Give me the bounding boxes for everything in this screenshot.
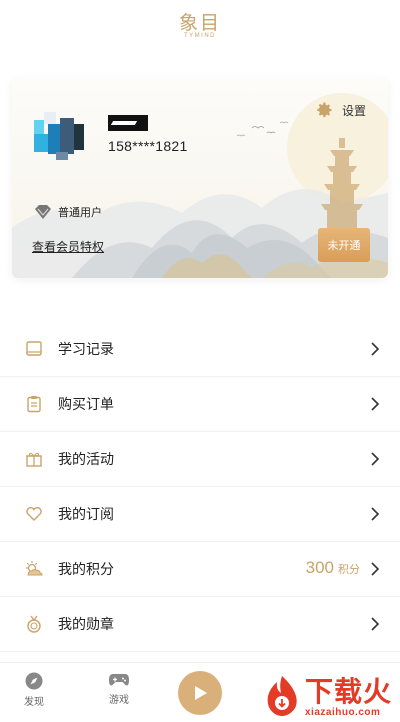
watermark: 下载火 xiazaihuo.com	[263, 674, 392, 718]
menu-item-points[interactable]: 我的积分 300 积分	[0, 542, 400, 597]
chevron-right-icon	[371, 452, 380, 466]
diamond-icon	[35, 205, 51, 219]
medal-icon	[24, 614, 44, 634]
menu-item-label: 我的活动	[58, 452, 114, 468]
menu-item-label: 学习记录	[58, 342, 114, 358]
heart-icon	[24, 504, 44, 524]
chevron-right-icon	[371, 617, 380, 631]
nav-discover-label: 发现	[24, 697, 44, 708]
gift-icon	[24, 449, 44, 469]
app-logo: 象目 TYMIND	[0, 8, 400, 39]
menu-item-medals[interactable]: 我的勋章	[0, 597, 400, 652]
bottom-nav: 发现 游戏 下载火 xiazaihuo.com	[0, 662, 400, 722]
menu-list: 学习记录 购买订单 我的活动 我的订阅 我的积分 300 积分 我的勋章	[0, 322, 400, 652]
menu-item-label: 我的积分	[58, 562, 114, 578]
logo-en: TYMIND	[184, 33, 216, 39]
profile-page: 象目 TYMIND 158****1821 设置 普通用户 查看会员特权 未开通…	[0, 0, 400, 722]
logo-cn: 象目	[178, 12, 221, 34]
user-level-label: 普通用户	[58, 206, 102, 219]
chevron-right-icon	[371, 507, 380, 521]
menu-item-orders[interactable]: 购买订单	[0, 377, 400, 432]
user-level: 普通用户	[34, 204, 102, 220]
member-privileges-link[interactable]: 查看会员特权	[32, 238, 104, 255]
play-button[interactable]	[178, 671, 222, 715]
book-icon	[24, 339, 44, 359]
points-number: 300	[305, 558, 334, 577]
chevron-right-icon	[371, 397, 380, 411]
flame-logo-icon	[267, 676, 297, 716]
nav-games-label: 游戏	[109, 695, 129, 706]
menu-item-label: 我的订阅	[58, 507, 114, 523]
phone-number: 158****1821	[108, 138, 188, 154]
play-icon	[195, 686, 207, 700]
avatar[interactable]	[34, 108, 90, 160]
watermark-title: 下载火	[304, 675, 392, 708]
gamepad-icon	[109, 674, 129, 686]
settings-label: 设置	[341, 103, 366, 118]
points-value: 300 积分	[306, 558, 360, 578]
menu-item-label: 我的勋章	[58, 617, 114, 633]
username-redacted	[108, 115, 148, 131]
menu-item-label: 购买订单	[58, 397, 114, 413]
gear-icon	[317, 102, 332, 118]
points-unit: 积分	[338, 563, 360, 576]
watermark-sub: xiazaihuo.com	[304, 707, 381, 718]
clipboard-icon	[24, 394, 44, 414]
sun-cloud-icon	[24, 559, 44, 579]
menu-item-activities[interactable]: 我的活动	[0, 432, 400, 487]
menu-item-subscriptions[interactable]: 我的订阅	[0, 487, 400, 542]
open-membership-button[interactable]: 未开通	[318, 228, 370, 262]
compass-icon	[25, 672, 43, 690]
chevron-right-icon	[371, 342, 380, 356]
nav-discover[interactable]: 发现	[24, 671, 44, 708]
settings-button[interactable]: 设置	[314, 100, 366, 120]
chevron-right-icon	[371, 562, 380, 576]
menu-item-study-record[interactable]: 学习记录	[0, 322, 400, 377]
nav-games[interactable]: 游戏	[108, 671, 130, 706]
profile-card: 158****1821 设置 普通用户 查看会员特权 未开通	[12, 78, 388, 278]
